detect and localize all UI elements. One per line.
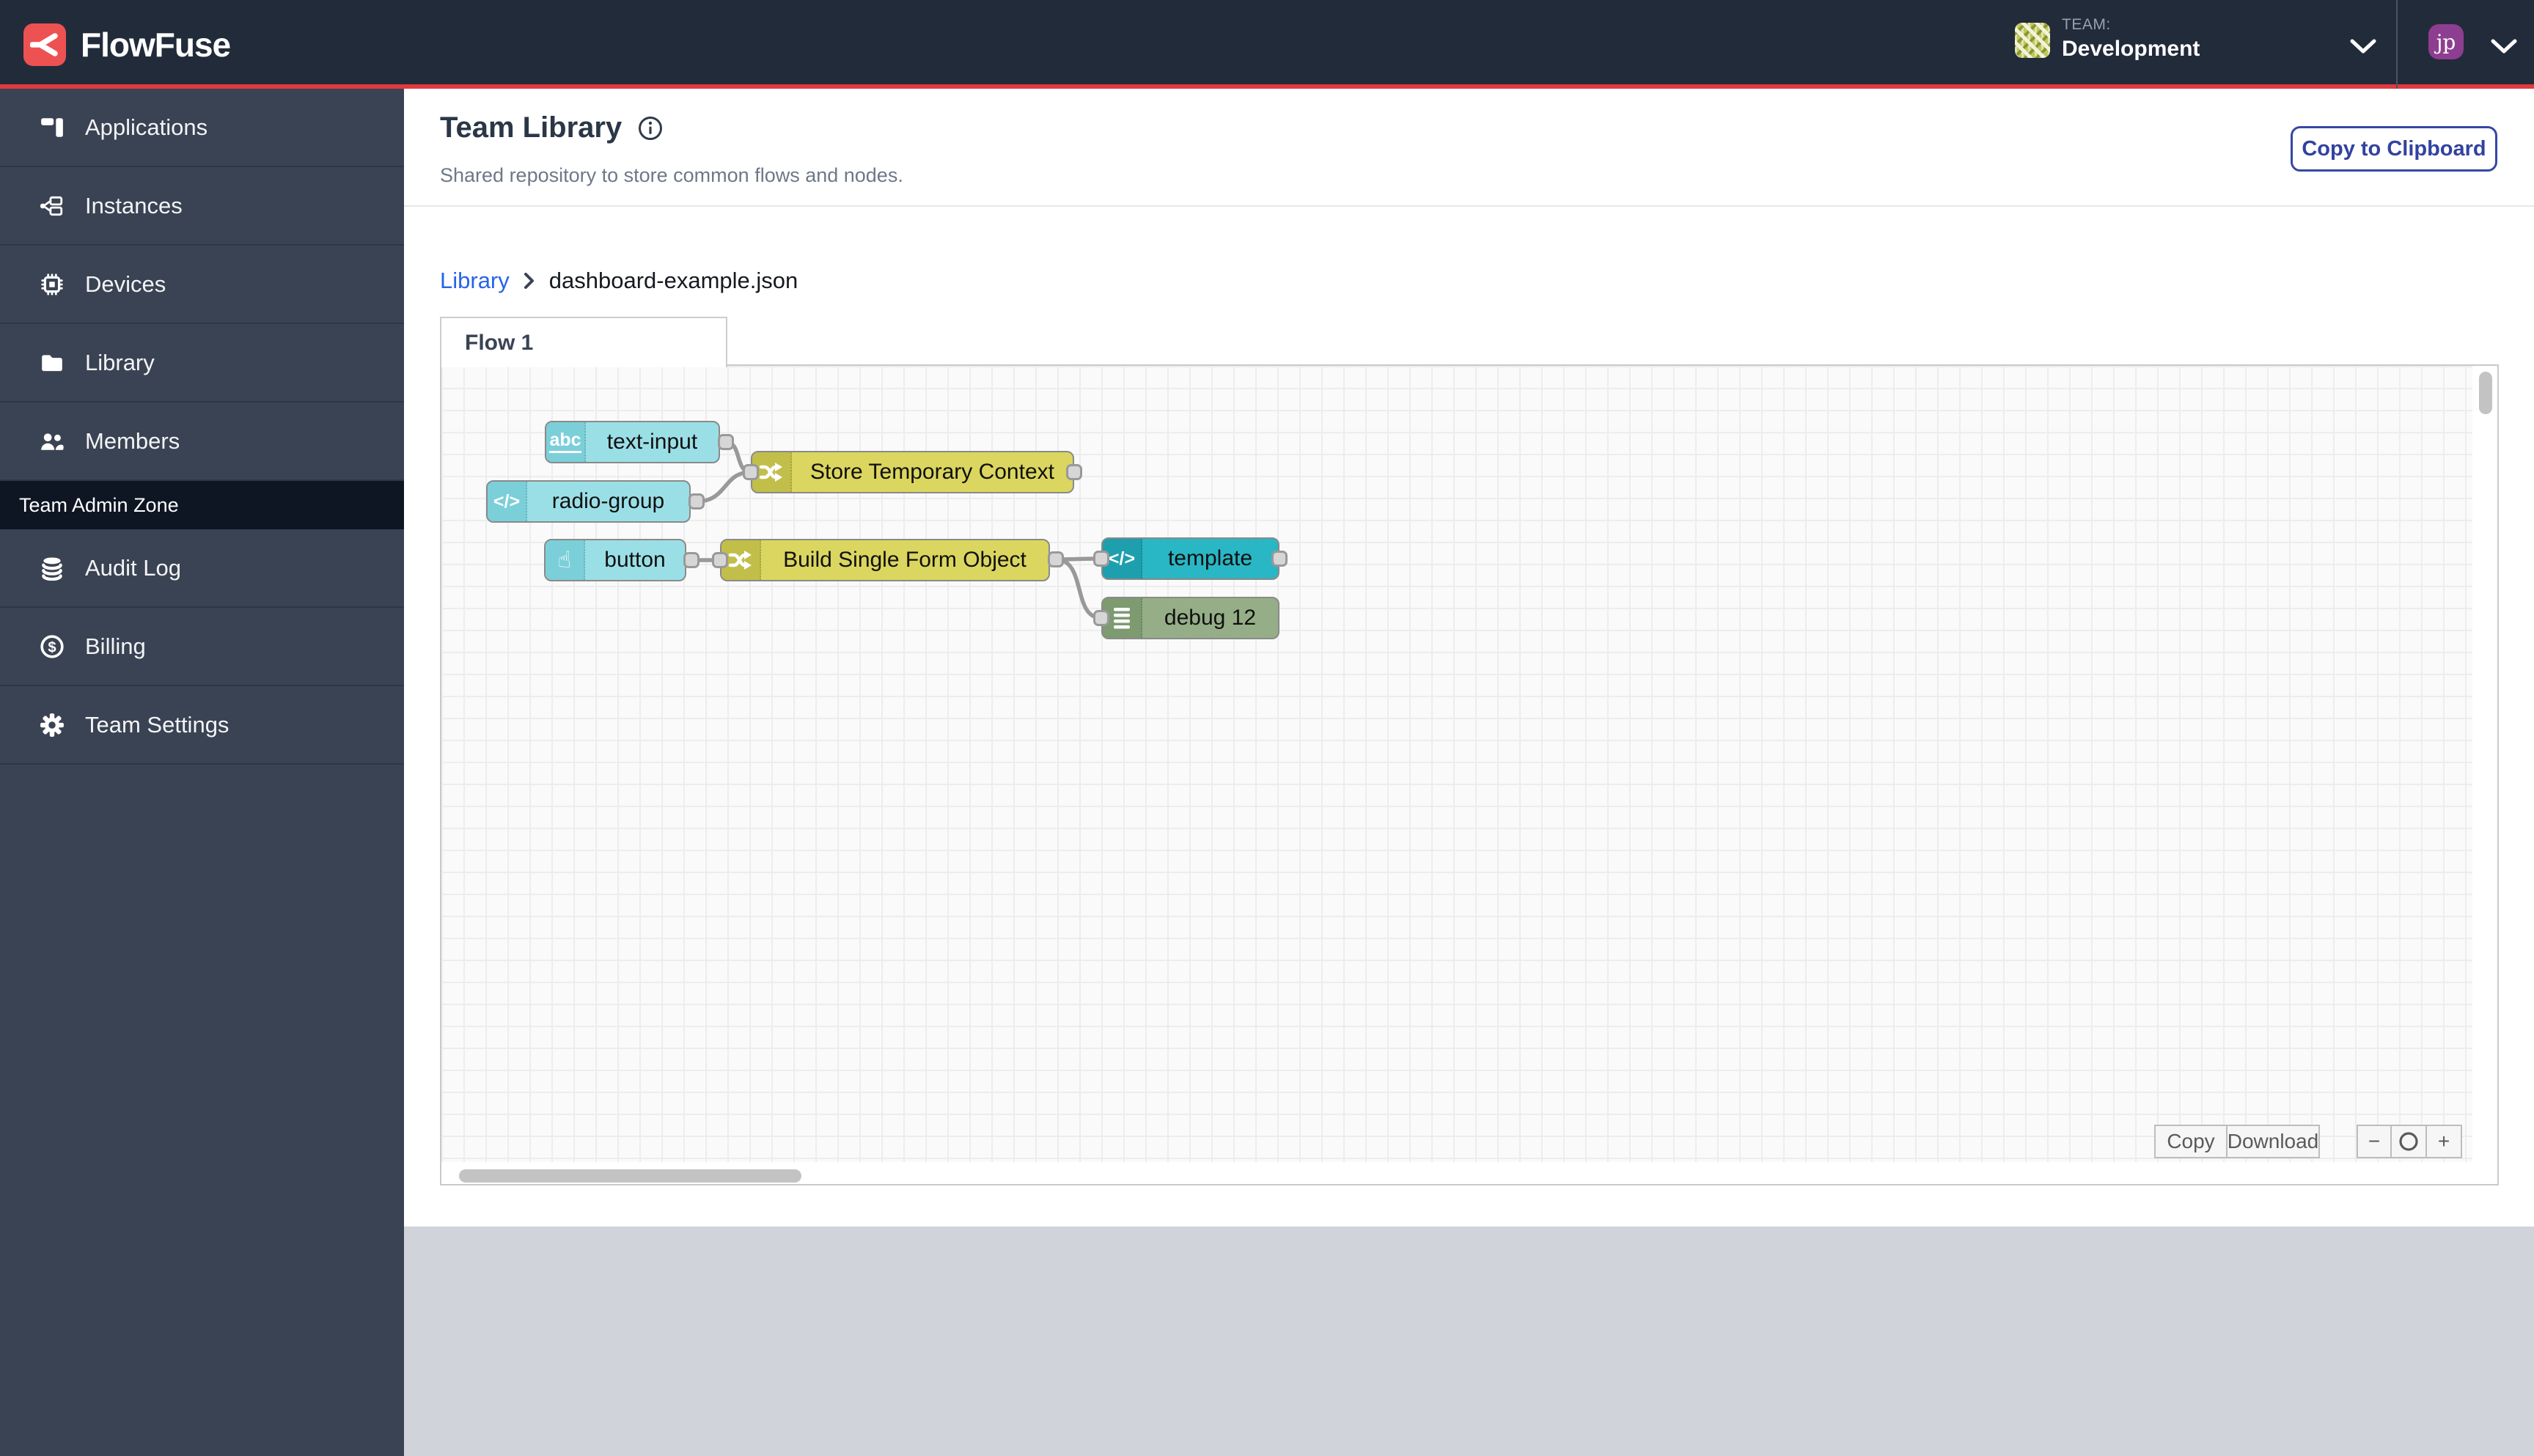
- flowfuse-app: FlowFuse TEAM: Development jp Applicatio…: [0, 0, 2534, 1456]
- port-out-button[interactable]: [683, 552, 699, 568]
- sidebar-item-label: Library: [85, 349, 155, 375]
- port-out-store[interactable]: [1066, 464, 1082, 480]
- port-in-template[interactable]: [1093, 551, 1109, 567]
- page-title: Team Library: [440, 111, 623, 144]
- text-input-icon: abc: [546, 422, 586, 462]
- code-icon: </>: [488, 482, 527, 521]
- billing-icon: $: [40, 634, 65, 659]
- flowfuse-logo-icon: [23, 23, 66, 66]
- chevron-down-icon: [2491, 39, 2517, 54]
- page-subtitle: Shared repository to store common flows …: [440, 164, 903, 186]
- node-text-input[interactable]: abc text-input: [545, 421, 720, 463]
- info-icon[interactable]: [636, 114, 664, 142]
- team-avatar: [2015, 23, 2050, 58]
- brand-name: FlowFuse: [81, 25, 231, 64]
- zoom-reset-button[interactable]: [2392, 1125, 2427, 1158]
- canvas-copy-button[interactable]: Copy: [2154, 1125, 2228, 1158]
- sidebar-item-label: Team Settings: [85, 711, 229, 738]
- horizontal-scrollbar-thumb[interactable]: [459, 1169, 801, 1183]
- team-switcher[interactable]: TEAM: Development: [1988, 0, 2396, 89]
- footer-background: [404, 1227, 2534, 1456]
- sidebar-item-team-settings[interactable]: Team Settings: [0, 686, 404, 765]
- instances-icon: [40, 194, 65, 218]
- port-out-radio-group[interactable]: [688, 493, 705, 510]
- chevron-down-icon: [2350, 39, 2376, 54]
- port-out-template[interactable]: [1271, 551, 1288, 567]
- sidebar-item-label: Audit Log: [85, 554, 181, 581]
- port-in-debug[interactable]: [1093, 610, 1109, 626]
- node-radio-group[interactable]: </> radio-group: [486, 480, 691, 523]
- zoom-reset-circle-icon: [2399, 1132, 2418, 1151]
- team-label: TEAM:: [2062, 16, 2111, 33]
- sidebar-item-label: Members: [85, 427, 180, 454]
- sidebar-item-members[interactable]: Members: [0, 402, 404, 481]
- top-header: FlowFuse TEAM: Development jp: [0, 0, 2534, 89]
- members-icon: [40, 429, 65, 454]
- audit-log-icon: [40, 556, 65, 581]
- home-logo-link[interactable]: FlowFuse: [23, 0, 231, 89]
- port-in-store[interactable]: [743, 464, 759, 480]
- breadcrumb-current: dashboard-example.json: [548, 268, 798, 293]
- user-avatar: jp: [2428, 24, 2464, 59]
- section-divider: [404, 205, 2534, 207]
- sidebar-item-library[interactable]: Library: [0, 324, 404, 402]
- tab-flow-1[interactable]: Flow 1: [440, 317, 727, 367]
- copy-to-clipboard-button[interactable]: Copy to Clipboard: [2291, 126, 2497, 172]
- sidebar-item-applications[interactable]: Applications: [0, 89, 404, 167]
- flow-canvas[interactable]: abc text-input </> radio-group Store Tem…: [440, 364, 2499, 1185]
- node-debug-12[interactable]: debug 12: [1101, 597, 1279, 639]
- port-in-build[interactable]: [712, 552, 728, 568]
- devices-icon: [40, 272, 65, 297]
- node-store-temporary-context[interactable]: Store Temporary Context: [751, 451, 1074, 493]
- sidebar-item-label: Devices: [85, 271, 166, 297]
- applications-icon: [40, 115, 65, 140]
- library-icon: [40, 350, 65, 375]
- canvas-grid: [441, 366, 2472, 1162]
- hand-pointer-icon: ☝: [546, 540, 585, 580]
- chevron-right-icon: [524, 273, 534, 289]
- node-template[interactable]: </> template: [1101, 537, 1279, 580]
- sidebar-item-devices[interactable]: Devices: [0, 246, 404, 324]
- user-menu[interactable]: jp: [2398, 0, 2534, 89]
- zoom-in-button[interactable]: +: [2427, 1125, 2462, 1158]
- node-button[interactable]: ☝ button: [544, 539, 686, 581]
- sidebar-item-label: Billing: [85, 633, 146, 659]
- breadcrumb-library-link[interactable]: Library: [440, 268, 510, 294]
- zoom-out-button[interactable]: −: [2357, 1125, 2392, 1158]
- fork-icon: [30, 32, 58, 56]
- team-name: Development: [2062, 37, 2200, 61]
- settings-icon: [40, 713, 65, 738]
- canvas-download-button[interactable]: Download: [2228, 1125, 2320, 1158]
- port-out-text-input[interactable]: [718, 434, 734, 450]
- sidebar-item-billing[interactable]: $ Billing: [0, 608, 404, 686]
- svg-text:$: $: [48, 639, 56, 655]
- breadcrumb: Library dashboard-example.json: [440, 265, 798, 296]
- team-admin-zone-label: Team Admin Zone: [0, 481, 404, 529]
- port-out-build[interactable]: [1048, 551, 1064, 567]
- sidebar-item-label: Applications: [85, 114, 208, 140]
- node-build-single-form-object[interactable]: Build Single Form Object: [720, 539, 1050, 581]
- sidebar-item-label: Instances: [85, 192, 183, 218]
- sidebar-item-instances[interactable]: Instances: [0, 167, 404, 246]
- vertical-scrollbar-thumb[interactable]: [2479, 372, 2492, 414]
- sidebar-item-audit-log[interactable]: Audit Log: [0, 529, 404, 608]
- sidebar-nav: Applications Instances Devices Library M…: [0, 89, 404, 1456]
